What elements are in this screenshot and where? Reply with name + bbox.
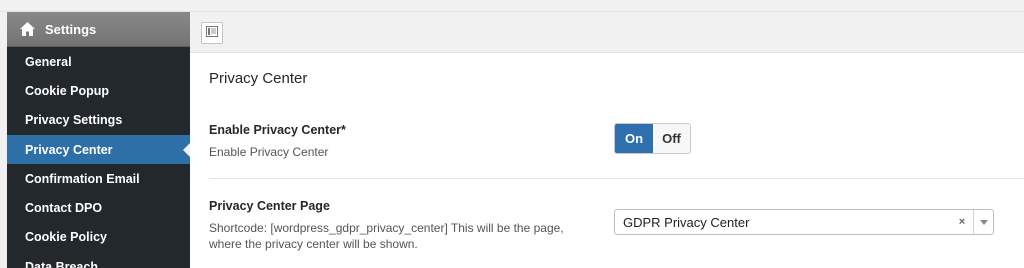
settings-panel: Privacy Center Enable Privacy Center* En…: [190, 52, 1024, 268]
privacy-center-page-description-line1: Shortcode: [wordpress_gdpr_privacy_cente…: [209, 221, 564, 235]
row-divider: [209, 178, 1024, 179]
layout-panel-icon: [206, 24, 218, 42]
toggle-off-option[interactable]: Off: [653, 124, 690, 153]
enable-privacy-center-description: Enable Privacy Center: [209, 145, 329, 159]
sidebar-title: Settings: [45, 21, 97, 37]
top-strip: [0, 0, 1024, 12]
sidebar-item-cookie-policy[interactable]: Cookie Policy: [7, 223, 190, 252]
privacy-center-page-select[interactable]: GDPR Privacy Center ×: [614, 209, 994, 235]
layout-toggle-button[interactable]: [201, 22, 223, 44]
clear-selection-icon[interactable]: ×: [955, 216, 969, 228]
chevron-down-icon[interactable]: [973, 210, 993, 234]
sidebar-item-contact-dpo[interactable]: Contact DPO: [7, 193, 190, 222]
select-value: GDPR Privacy Center: [623, 214, 750, 230]
home-icon: [18, 20, 36, 38]
settings-sidebar: Settings General Cookie Popup Privacy Se…: [7, 12, 190, 268]
sidebar-item-privacy-center[interactable]: Privacy Center: [7, 134, 190, 165]
sidebar-item-confirmation-email[interactable]: Confirmation Email: [7, 164, 190, 193]
sidebar-header[interactable]: Settings: [7, 12, 190, 47]
privacy-center-page-description-line2: where the privacy center will be shown.: [209, 237, 418, 251]
sidebar-item-general[interactable]: General: [7, 47, 190, 76]
enable-privacy-center-label: Enable Privacy Center*: [209, 123, 346, 137]
toggle-on-option[interactable]: On: [615, 124, 653, 153]
section-title: Privacy Center: [209, 70, 308, 87]
sidebar-item-privacy-settings[interactable]: Privacy Settings: [7, 106, 190, 135]
sidebar-item-data-breach[interactable]: Data Breach: [7, 252, 190, 268]
toolbar: [190, 13, 1024, 52]
sidebar-item-cookie-popup[interactable]: Cookie Popup: [7, 76, 190, 105]
enable-privacy-center-toggle[interactable]: On Off: [614, 123, 691, 154]
privacy-center-page-label: Privacy Center Page: [209, 199, 330, 213]
